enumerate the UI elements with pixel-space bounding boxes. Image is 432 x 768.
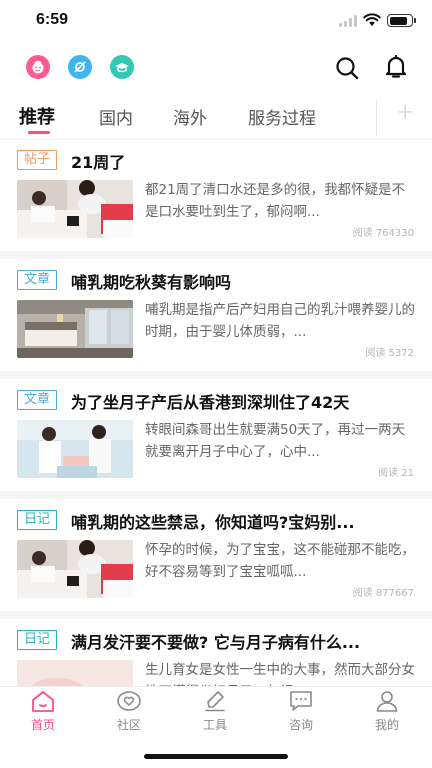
tabbar-label: 工具 [202,718,227,732]
status-bar: 6:59 [0,0,432,44]
feed-card[interactable]: 帖子 21周了 都21周了清口水还是多的很，我都怀疑是不是口水要吐到生了，郁闷啊… [0,141,432,261]
tabbar-label: 我的 [374,718,399,732]
pacifier-icon[interactable] [68,55,92,79]
tabbar-community[interactable]: 社区 [86,687,172,737]
home-indicator[interactable] [144,754,288,759]
tab-divider [376,100,377,136]
category-tabs: 推荐 国内 海外 服务过程 + [0,96,432,140]
read-count: 阅读 764330 [352,228,414,239]
feed-card[interactable]: 日记 满月发汗要不要做? 它与月子病有什么... 生儿育女是女性一生中的大事，然… [0,621,432,686]
feed-card[interactable]: 日记 哺乳期的这些禁忌，你知道吗?宝妈别... 怀孕的时候，为了宝宝，这不能碰那… [0,501,432,621]
doctors-examining-baby-image[interactable] [17,420,133,478]
active-tab-indicator [28,131,50,134]
tabbar-profile[interactable]: 我的 [344,687,430,737]
tabbar-home[interactable]: 首页 [0,687,86,737]
diary-tag: 日记 [17,630,58,650]
card-excerpt: 都21周了清口水还是多的很，我都怀疑是不是口水要吐到生了，郁闷啊... [145,182,406,220]
diary-tag: 日记 [17,510,58,530]
nurse-taking-blood-pressure-image[interactable] [17,540,133,598]
card-title[interactable]: 哺乳期的这些禁忌，你知道吗?宝妈别... [71,509,416,533]
status-time: 6:59 [36,11,69,28]
search-icon[interactable] [335,56,359,80]
tabbar-label: 首页 [30,718,55,732]
article-tag: 文章 [17,270,58,290]
graduation-cap-icon[interactable] [110,55,134,79]
article-feed: 帖子 21周了 都21周了清口水还是多的很，我都怀疑是不是口水要吐到生了，郁闷啊… [0,141,432,686]
community-heart-icon [117,691,141,711]
card-title[interactable]: 哺乳期吃秋葵有影响吗 [71,269,416,293]
card-divider [0,491,432,499]
profile-icon [376,691,398,712]
card-excerpt: 怀孕的时候，为了宝宝，这不能碰那不能吃，好不容易等到了宝宝呱呱... [145,542,415,580]
add-tab-button[interactable]: + [396,100,414,125]
card-divider [0,611,432,619]
tab-overseas[interactable]: 海外 [173,104,207,129]
tabbar-label: 咨询 [288,718,313,732]
nurse-taking-blood-pressure-image[interactable] [17,180,133,238]
hotel-room-image[interactable] [17,300,133,358]
post-tag: 帖子 [17,150,58,170]
card-title[interactable]: 21周了 [71,149,416,173]
tabbar-label: 社区 [116,718,141,732]
tabbar-tools[interactable]: 工具 [172,687,258,737]
chat-bubble-icon [290,691,312,711]
card-divider [0,251,432,259]
battery-icon [387,14,416,27]
bell-icon[interactable] [385,55,407,79]
tabbar-consult[interactable]: 咨询 [258,687,344,737]
feed-card[interactable]: 文章 为了坐月子产后从香港到深圳住了42天 转眼间森哥出生就要满50天了，再过一… [0,381,432,501]
tab-domestic[interactable]: 国内 [99,104,133,129]
battery-level [389,16,407,25]
card-excerpt: 哺乳期是指产后产妇用自己的乳汁喂养婴儿的时期，由于婴儿体质弱，... [145,302,415,340]
read-count: 阅读 21 [378,468,414,479]
card-divider [0,371,432,379]
wifi-icon [363,13,381,26]
tab-recommended[interactable]: 推荐 [19,103,55,129]
card-excerpt: 生儿育女是女性一生中的大事，然而大部分女性不懂得坐好月子，忽视... [145,662,415,686]
read-count: 阅读 5372 [365,348,414,359]
baby-skin-image[interactable] [17,660,133,686]
feed-card[interactable]: 文章 哺乳期吃秋葵有影响吗 哺乳期是指产后产妇用自己的乳汁喂养婴儿的时期，由于婴… [0,261,432,381]
tab-service-process[interactable]: 服务过程 [248,104,316,129]
article-tag: 文章 [17,390,58,410]
read-count: 阅读 877667 [352,588,414,599]
card-title[interactable]: 满月发汗要不要做? 它与月子病有什么... [71,629,416,653]
card-excerpt: 转眼间森哥出生就要满50天了，再过一两天就要离开月子中心了，心中... [145,422,406,460]
card-title[interactable]: 为了坐月子产后从香港到深圳住了42天 [71,389,416,413]
pencil-tool-icon [205,691,225,712]
home-icon [32,691,54,712]
baby-face-icon[interactable] [26,55,50,79]
cellular-signal-icon [339,15,359,27]
